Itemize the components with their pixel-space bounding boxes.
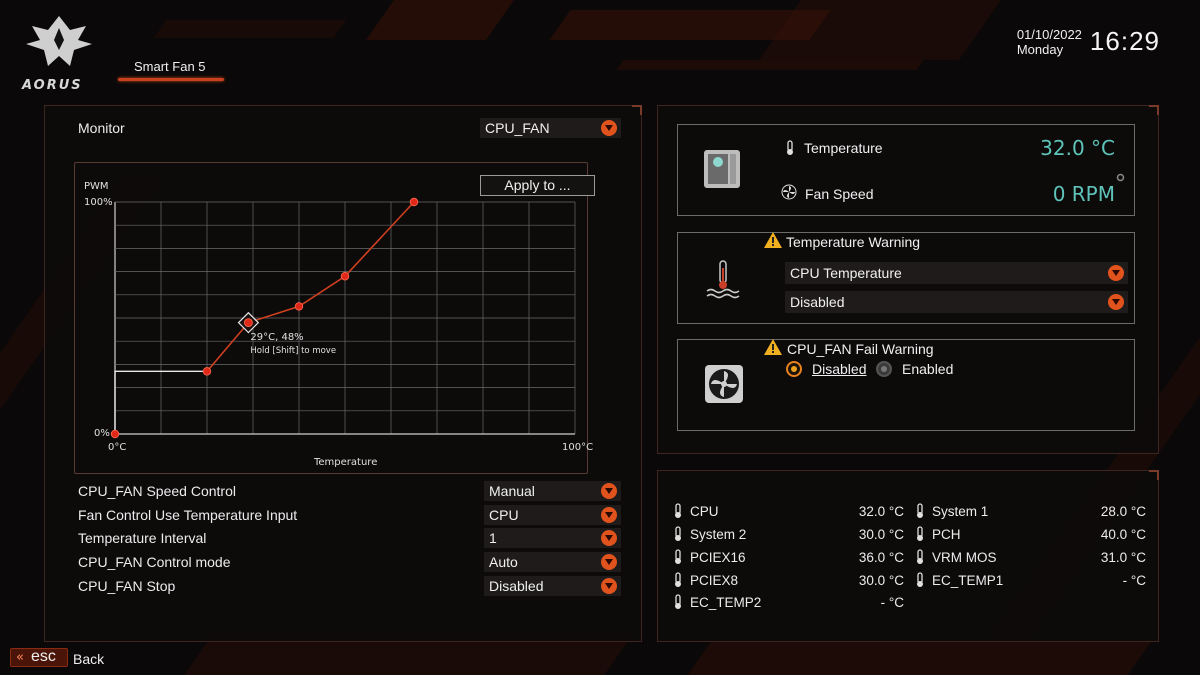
warning-source-select[interactable]: CPU Temperature: [785, 262, 1128, 284]
thermometer-icon: [675, 572, 681, 587]
fan-icon: [781, 184, 797, 200]
temp-sensor-name: System 2: [690, 527, 747, 542]
temp-sensor-name: EC_TEMP1: [932, 573, 1004, 588]
temp-sensor-value: 32.0 °C: [858, 504, 904, 519]
temperature-label: Temperature: [804, 140, 883, 156]
fail-warning-disabled-label[interactable]: Disabled: [812, 361, 866, 377]
thermometer-icon: [787, 140, 793, 155]
double-chevron-left-icon: «: [16, 650, 24, 665]
thermometer-icon: [675, 594, 681, 609]
weekday-text: Monday: [1016, 41, 1064, 57]
setting-value: Disabled: [489, 578, 544, 594]
temperature-value: 32.0 °C: [1040, 136, 1115, 160]
temp-sensor-name: PCH: [932, 527, 961, 542]
thermometer-icon: [675, 526, 681, 541]
chevron-down-icon: [1108, 265, 1124, 281]
datetime: 01/10/2022 Monday 16:29: [1017, 26, 1160, 57]
setting-value: 1: [489, 530, 497, 546]
chevron-down-icon: [1108, 294, 1124, 310]
temp-sensor-name: PCIEX16: [690, 550, 746, 565]
temp-sensor-name: VRM MOS: [932, 550, 997, 565]
temp-sensor-value: - °C: [880, 595, 904, 610]
setting-select[interactable]: Manual: [484, 481, 621, 501]
temp-sensor-name: PCIEX8: [690, 573, 739, 588]
aorus-logo: AORUS: [18, 10, 100, 100]
x-axis-title: Temperature: [314, 457, 378, 468]
y-tick-top: 100%: [84, 197, 113, 208]
x-tick-left: 0°C: [108, 442, 127, 453]
fail-warning-disabled-radio[interactable]: [786, 361, 802, 377]
move-hint: Hold [Shift] to move: [250, 345, 337, 356]
x-tick-right: 100°C: [562, 442, 594, 453]
fail-warning-enabled-radio[interactable]: [876, 361, 892, 377]
selected-point-label: 29°C, 48%: [250, 331, 304, 343]
setting-label: Fan Control Use Temperature Input: [78, 507, 298, 523]
setting-select[interactable]: Disabled: [484, 576, 621, 596]
y-axis-title: PWM: [84, 181, 109, 192]
chevron-down-icon: [601, 507, 617, 523]
tab-smart-fan[interactable]: Smart Fan 5: [118, 59, 224, 81]
brand-name: AORUS: [22, 78, 83, 93]
monitor-label: Monitor: [78, 120, 125, 136]
eagle-logo-icon: [26, 16, 92, 66]
apply-to-button[interactable]: Apply to ...: [480, 175, 595, 196]
tab-underline: [118, 78, 224, 81]
monitor-select[interactable]: CPU_FAN: [480, 118, 621, 138]
temp-sensor-value: 30.0 °C: [858, 527, 904, 542]
date-text: 01/10/2022: [1016, 26, 1082, 42]
setting-value: Manual: [489, 483, 535, 499]
temp-sensor-value: 28.0 °C: [1100, 504, 1146, 519]
tab-label: Smart Fan 5: [134, 59, 206, 74]
warning-source-value: CPU Temperature: [790, 265, 902, 281]
chevron-down-icon: [601, 120, 617, 136]
setting-select[interactable]: Auto: [484, 552, 621, 572]
y-tick-bottom: 0%: [94, 428, 110, 439]
thermometer-icon: [917, 503, 923, 518]
case-fan-icon: [705, 365, 743, 403]
setting-select[interactable]: CPU: [484, 505, 621, 525]
fan-curve-chart: [74, 162, 588, 474]
chevron-down-icon: [601, 530, 617, 546]
fan-fail-warning-title: CPU_FAN Fail Warning: [787, 341, 934, 357]
warning-icon: [764, 232, 782, 248]
chevron-down-icon: [601, 554, 617, 570]
chevron-down-icon: [601, 578, 617, 594]
monitor-value: CPU_FAN: [485, 120, 550, 136]
setting-label: Temperature Interval: [78, 530, 207, 546]
gear-icon: [1116, 173, 1125, 182]
thermometer-icon: [675, 549, 681, 564]
temperature-warning-title: Temperature Warning: [786, 234, 921, 250]
esc-label: esc: [31, 648, 56, 665]
setting-label: CPU_FAN Control mode: [78, 554, 231, 570]
temp-sensor-name: CPU: [690, 504, 719, 519]
warning-state-value: Disabled: [790, 294, 845, 310]
setting-value: Auto: [489, 554, 518, 570]
warning-icon: [764, 339, 782, 355]
fail-warning-enabled-label[interactable]: Enabled: [902, 361, 953, 377]
chevron-down-icon: [601, 483, 617, 499]
clock-time: 16:29: [1089, 26, 1160, 56]
thermometer-icon: [917, 526, 923, 541]
setting-label: CPU_FAN Stop: [78, 578, 176, 594]
temp-sensor-value: 40.0 °C: [1100, 527, 1146, 542]
fan-speed-label: Fan Speed: [805, 186, 874, 202]
thermometer-icon: [917, 572, 923, 587]
thermometer-icon: [675, 503, 681, 518]
setting-label: CPU_FAN Speed Control: [78, 483, 236, 499]
back-label: Back: [73, 651, 105, 667]
fan-speed-value: 0 RPM: [1052, 182, 1115, 206]
setting-select[interactable]: 1: [484, 528, 621, 548]
pc-case-icon: [704, 150, 740, 188]
heat-thermometer-icon: [706, 260, 740, 299]
temp-sensor-value: 31.0 °C: [1100, 550, 1146, 565]
esc-button[interactable]: « esc: [10, 648, 68, 667]
temp-sensor-value: 30.0 °C: [858, 573, 904, 588]
temp-sensor-name: EC_TEMP2: [690, 595, 762, 610]
temp-sensor-value: - °C: [1122, 573, 1146, 588]
temp-sensor-name: System 1: [932, 504, 989, 519]
temp-sensor-value: 36.0 °C: [858, 550, 904, 565]
warning-state-select[interactable]: Disabled: [785, 291, 1128, 313]
setting-value: CPU: [489, 507, 519, 523]
thermometer-icon: [917, 549, 923, 564]
